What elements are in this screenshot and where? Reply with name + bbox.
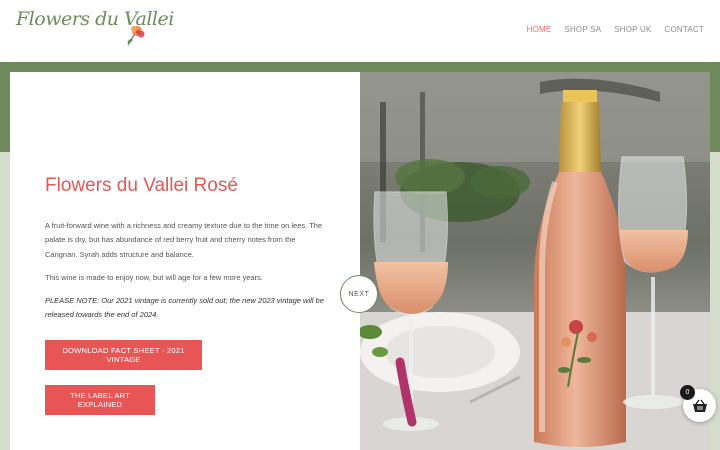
basket-icon xyxy=(692,399,707,412)
product-title: Flowers du Vallei Rosé xyxy=(45,174,238,196)
aging-note: This wine is made to enjoy now, but will… xyxy=(45,272,264,282)
product-description: A fruit-forward wine with a richness and… xyxy=(45,220,323,259)
cart-count-badge: 0 xyxy=(680,385,695,400)
product-photo xyxy=(360,72,710,450)
nav-contact[interactable]: CONTACT xyxy=(665,25,704,34)
nav-shop-sa[interactable]: SHOP SA xyxy=(564,25,601,34)
site-logo[interactable]: Flowers du Vallei xyxy=(16,6,174,46)
flower-icon xyxy=(127,26,145,46)
product-panel: Flowers du Vallei Rosé A fruit-forward w… xyxy=(10,72,360,450)
nav-home[interactable]: HOME xyxy=(527,25,552,34)
label-art-button[interactable]: THE LABEL ART EXPLAINED xyxy=(45,385,155,415)
nav-shop-uk[interactable]: SHOP UK xyxy=(614,25,651,34)
wine-scene-image xyxy=(360,72,710,450)
site-header: Flowers du Vallei HOME SHOP SA SHOP UK C… xyxy=(0,0,720,62)
vintage-note: PLEASE NOTE: Our 2021 vintage is current… xyxy=(45,295,324,320)
download-fact-sheet-button[interactable]: DOWNLOAD FACT SHEET - 2021 VINTAGE xyxy=(45,340,202,370)
slider-next-button[interactable]: NEXT xyxy=(340,275,378,313)
main-nav: HOME SHOP SA SHOP UK CONTACT xyxy=(527,25,704,34)
logo-text: Flowers du Vallei xyxy=(16,8,174,30)
